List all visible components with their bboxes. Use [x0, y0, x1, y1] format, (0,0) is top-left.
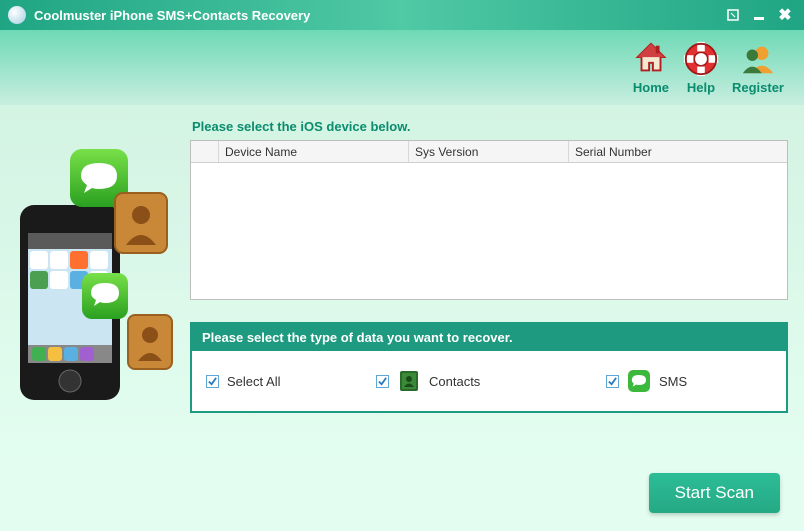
sms-icon [627, 369, 651, 393]
home-button[interactable]: Home [632, 40, 670, 95]
type-prompt: Please select the type of data you want … [192, 324, 786, 351]
contacts-option[interactable]: Contacts [376, 369, 606, 393]
toolbar: Home Help Register [0, 30, 804, 105]
app-title: Coolmuster iPhone SMS+Contacts Recovery [34, 8, 310, 23]
col-serial-number[interactable]: Serial Number [569, 141, 787, 162]
home-label: Home [633, 80, 669, 95]
col-select[interactable] [191, 141, 219, 162]
footer: Start Scan [0, 461, 804, 531]
checkbox-icon[interactable] [606, 375, 619, 388]
checkbox-icon[interactable] [376, 375, 389, 388]
register-button[interactable]: Register [732, 40, 784, 95]
minimize-button[interactable] [748, 6, 770, 24]
register-label: Register [732, 80, 784, 95]
sms-label: SMS [659, 374, 687, 389]
select-all-label: Select All [227, 374, 280, 389]
main-panel: Please select the iOS device below. Devi… [190, 115, 788, 461]
checkbox-icon[interactable] [206, 375, 219, 388]
data-type-panel: Please select the type of data you want … [190, 322, 788, 413]
lifebuoy-icon [682, 40, 720, 78]
contacts-label: Contacts [429, 374, 480, 389]
app-logo-icon [8, 6, 26, 24]
close-button[interactable]: ✖ [774, 6, 796, 24]
users-icon [739, 40, 777, 78]
pin-button[interactable] [722, 6, 744, 24]
home-icon [632, 40, 670, 78]
help-button[interactable]: Help [682, 40, 720, 95]
contacts-icon [397, 369, 421, 393]
sms-option[interactable]: SMS [606, 369, 772, 393]
start-scan-button[interactable]: Start Scan [649, 473, 780, 513]
help-label: Help [687, 80, 715, 95]
table-body [191, 163, 787, 299]
device-illustration [10, 145, 180, 445]
col-device-name[interactable]: Device Name [219, 141, 409, 162]
device-table: Device Name Sys Version Serial Number [190, 140, 788, 300]
titlebar: Coolmuster iPhone SMS+Contacts Recovery … [0, 0, 804, 30]
select-all-option[interactable]: Select All [206, 374, 376, 389]
col-sys-version[interactable]: Sys Version [409, 141, 569, 162]
device-prompt: Please select the iOS device below. [192, 119, 788, 134]
table-header: Device Name Sys Version Serial Number [191, 141, 787, 163]
